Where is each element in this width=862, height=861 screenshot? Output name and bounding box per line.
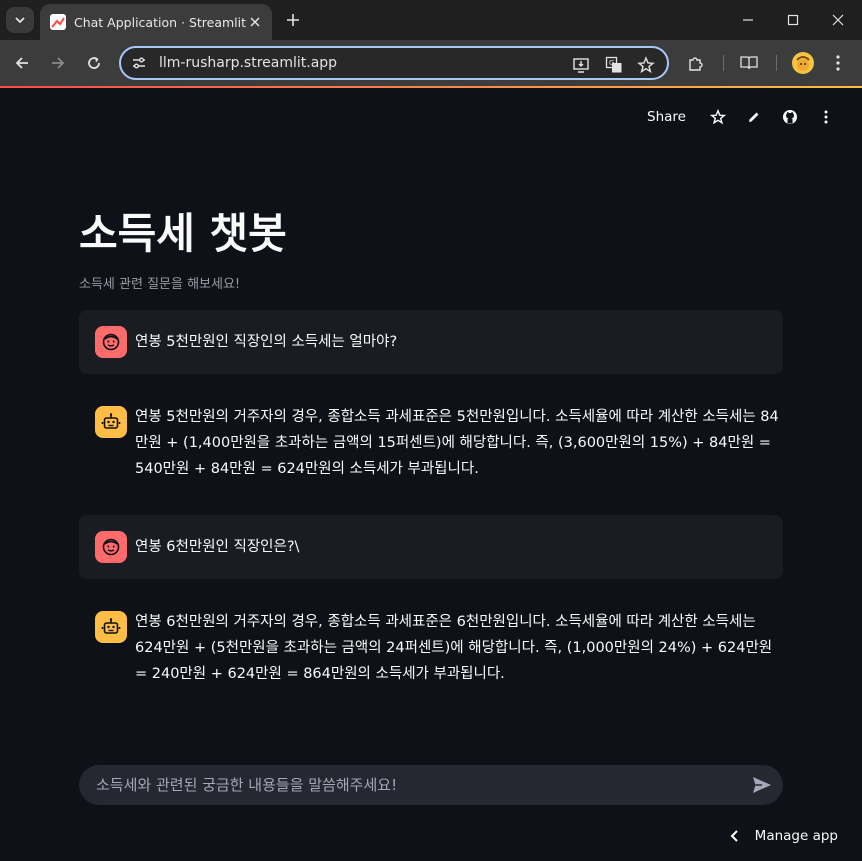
chat-message-user: 연봉 6천만원인 직장인은?\ xyxy=(79,515,783,579)
chat-message-user: 연봉 5천만원인 직장인의 소득세는 얼마야? xyxy=(79,310,783,374)
plus-icon xyxy=(287,14,299,26)
browser-menu-button[interactable] xyxy=(826,51,850,75)
message-text: 연봉 5천만원인 직장인의 소득세는 얼마야? xyxy=(135,334,398,350)
assistant-avatar xyxy=(95,611,127,643)
puzzle-icon xyxy=(689,57,703,71)
star-icon xyxy=(710,109,726,125)
star-icon xyxy=(637,56,655,74)
minimize-icon xyxy=(743,19,753,21)
robot-icon xyxy=(101,413,121,429)
app-menu-button[interactable] xyxy=(808,106,844,128)
translate-icon: G xyxy=(605,56,622,73)
tab-title: Chat Application · Streamlit xyxy=(74,14,247,30)
assistant-avatar xyxy=(95,406,127,438)
install-app-button[interactable] xyxy=(571,55,591,75)
kebab-menu-icon xyxy=(836,55,840,71)
github-icon xyxy=(783,110,797,124)
send-icon xyxy=(753,777,771,793)
kebab-menu-icon xyxy=(824,110,828,124)
edit-button[interactable] xyxy=(736,106,772,128)
svg-text:G: G xyxy=(609,59,614,67)
browser-tab[interactable]: Chat Application · Streamlit xyxy=(40,4,272,40)
robot-icon xyxy=(101,618,121,634)
page-caption: 소득세 관련 질문을 해보세요! xyxy=(79,277,241,292)
tab-close-button[interactable] xyxy=(246,13,264,31)
chevron-left-icon xyxy=(730,830,738,842)
reload-button[interactable] xyxy=(82,51,106,75)
message-text: 연봉 5천만원의 거주자의 경우, 종합소득 과세표준은 5천만원입니다. 소득… xyxy=(135,409,779,477)
streamlit-app: Share 소득세 챗봇 소득세 관련 질문을 해보세요! 연봉 5천만원인 직… xyxy=(0,88,862,861)
user-face-icon xyxy=(102,538,120,556)
back-button[interactable] xyxy=(10,51,34,75)
window-close-button[interactable] xyxy=(826,8,850,32)
chat-input[interactable] xyxy=(96,776,716,794)
chat-message-assistant: 연봉 5천만원의 거주자의 경우, 종합소득 과세표준은 5천만원입니다. 소득… xyxy=(79,390,783,490)
manage-app-button[interactable]: Manage app xyxy=(729,828,838,844)
profile-avatar-icon xyxy=(796,56,810,71)
address-bar[interactable]: llm-rusharp.streamlit.app G xyxy=(119,46,669,80)
arrow-left-icon xyxy=(15,57,28,69)
browser-tab-bar: Chat Application · Streamlit xyxy=(0,0,862,40)
maximize-button[interactable] xyxy=(781,8,805,32)
minimize-button[interactable] xyxy=(736,8,760,32)
maximize-icon xyxy=(787,14,799,26)
send-button[interactable] xyxy=(751,774,773,796)
favorite-button[interactable] xyxy=(700,106,736,128)
close-icon xyxy=(832,14,844,26)
bookmark-button[interactable] xyxy=(636,55,656,75)
forward-button[interactable] xyxy=(46,51,70,75)
chat-input-container xyxy=(79,765,783,805)
streamlit-favicon-icon xyxy=(50,14,66,30)
translate-button[interactable]: G xyxy=(604,55,624,75)
user-face-icon xyxy=(102,333,120,351)
message-text: 연봉 6천만원인 직장인은?\ xyxy=(135,539,300,555)
site-settings-icon xyxy=(133,57,145,69)
arrow-right-icon xyxy=(52,57,65,69)
user-avatar xyxy=(95,531,127,563)
reading-mode-button[interactable] xyxy=(737,51,761,75)
new-tab-button[interactable] xyxy=(282,9,304,31)
github-button[interactable] xyxy=(772,106,808,128)
pencil-icon xyxy=(749,112,759,122)
chevron-down-icon xyxy=(15,17,25,24)
toolbar-divider xyxy=(723,55,724,71)
toolbar-divider xyxy=(776,55,777,71)
manage-app-label: Manage app xyxy=(754,828,838,844)
message-text: 연봉 6천만원의 거주자의 경우, 종합소득 과세표준은 6천만원입니다. 소득… xyxy=(135,614,773,682)
app-header-actions: Share xyxy=(647,106,844,128)
page-title: 소득세 챗봇 xyxy=(79,209,287,258)
url-text: llm-rusharp.streamlit.app xyxy=(159,55,338,71)
share-button[interactable]: Share xyxy=(647,109,686,125)
tab-search-button[interactable] xyxy=(6,7,34,33)
reload-icon xyxy=(88,57,100,69)
extensions-button[interactable] xyxy=(684,51,708,75)
browser-toolbar: llm-rusharp.streamlit.app G xyxy=(0,40,862,86)
chat-message-assistant: 연봉 6천만원의 거주자의 경우, 종합소득 과세표준은 6천만원입니다. 소득… xyxy=(79,595,783,695)
install-desktop-icon xyxy=(573,58,589,73)
user-avatar xyxy=(95,326,127,358)
close-icon xyxy=(250,17,260,27)
book-icon xyxy=(740,56,758,70)
profile-avatar[interactable] xyxy=(792,52,814,74)
